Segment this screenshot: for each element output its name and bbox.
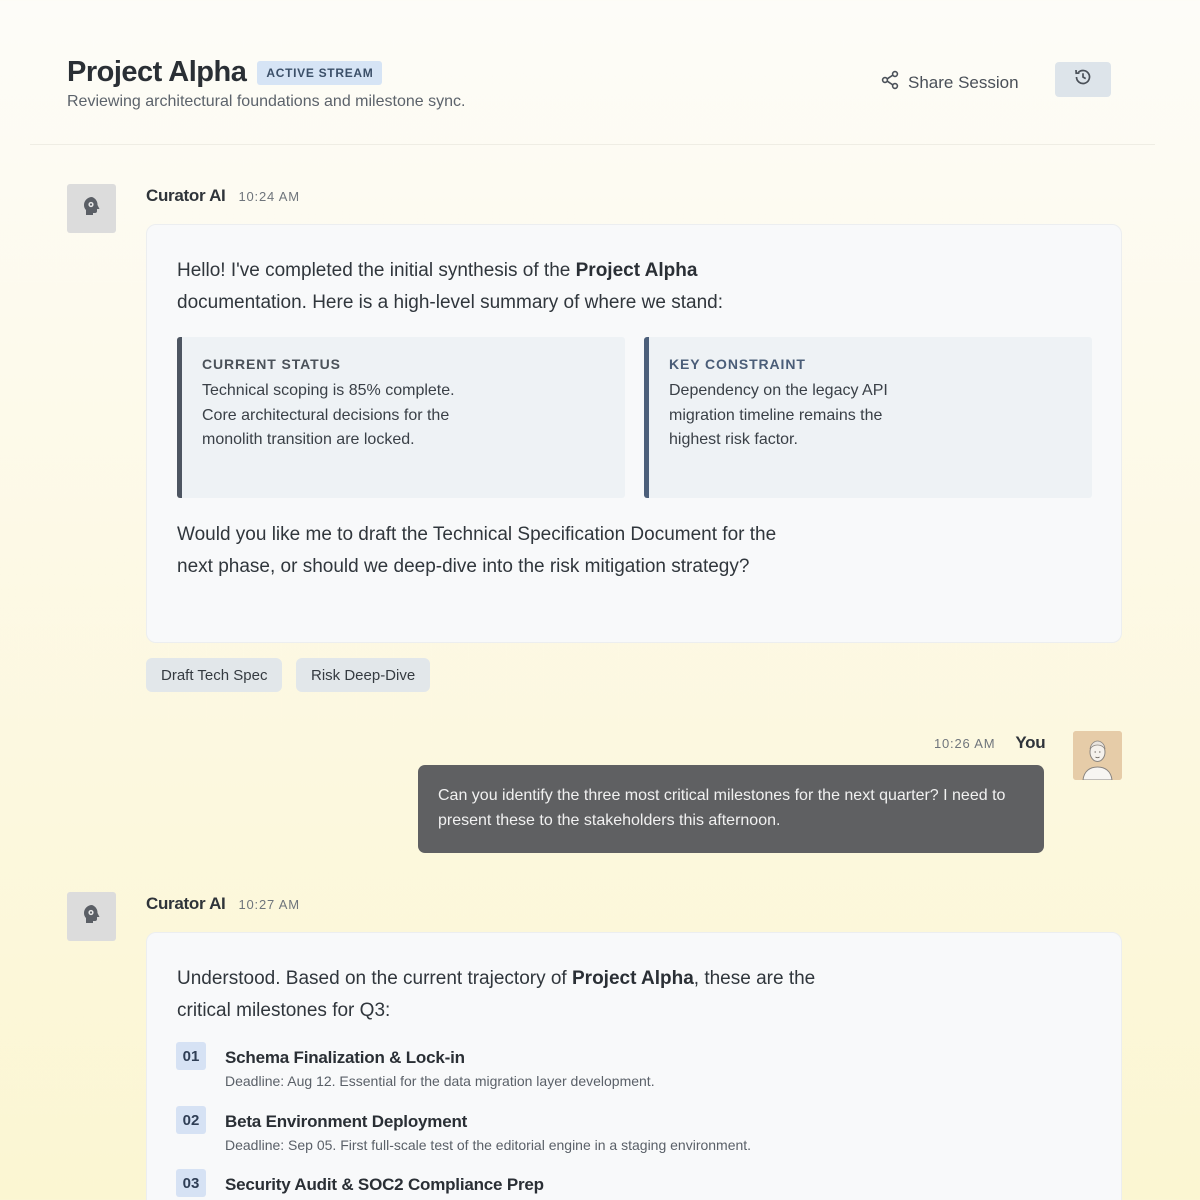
- message-meta: Curator AI 10:27 AM: [146, 894, 300, 914]
- risk-deep-dive-chip[interactable]: Risk Deep-Dive: [296, 658, 431, 692]
- milestone-title: Beta Environment Deployment: [225, 1112, 468, 1131]
- share-icon: [880, 70, 908, 95]
- message-meta: Curator AI 10:24 AM: [146, 186, 300, 206]
- message-time: 10:26 AM: [934, 736, 996, 751]
- intro-text: Understood. Based on the current traject…: [177, 968, 572, 989]
- milestone-description: Deadline: Aug 12. Essential for the data…: [225, 1073, 655, 1089]
- project-name-bold: Project Alpha: [575, 260, 698, 281]
- milestone-item: 03 Security Audit & SOC2 Compliance Prep: [176, 1169, 544, 1197]
- bot-avatar: [67, 184, 116, 233]
- share-session-button[interactable]: Share Session: [880, 70, 1019, 95]
- header-divider: [30, 144, 1155, 145]
- ai-head-icon: [80, 902, 104, 931]
- history-button[interactable]: [1055, 62, 1111, 97]
- key-constraint-text: Dependency on the legacy API migration t…: [669, 382, 888, 448]
- intro-text: Hello! I've completed the initial synthe…: [177, 260, 576, 281]
- message-intro: Understood. Based on the current traject…: [177, 963, 817, 1027]
- user-message-meta: 10:26 AM You: [934, 733, 1046, 753]
- message-time: 10:27 AM: [238, 897, 300, 912]
- milestone-title: Schema Finalization & Lock-in: [225, 1048, 465, 1067]
- message-intro: Hello! I've completed the initial synthe…: [177, 255, 817, 319]
- message-outro: Would you like me to draft the Technical…: [177, 524, 777, 577]
- title-row: Project Alpha ACTIVE STREAM: [67, 56, 383, 89]
- bot-avatar: [67, 892, 116, 941]
- ai-message-card: Hello! I've completed the initial synthe…: [146, 224, 1122, 643]
- sender-name: Curator AI: [146, 894, 226, 913]
- history-icon: [1073, 67, 1093, 92]
- milestone-item: 02 Beta Environment Deployment Deadline:…: [176, 1106, 752, 1153]
- milestone-item: 01 Schema Finalization & Lock-in Deadlin…: [176, 1042, 655, 1089]
- milestone-number: 03: [176, 1169, 206, 1197]
- share-session-label: Share Session: [908, 72, 1019, 92]
- milestone-number: 02: [176, 1106, 206, 1134]
- sender-name: You: [1015, 733, 1046, 752]
- project-name-bold: Project Alpha: [572, 968, 694, 989]
- current-status-label: CURRENT STATUS: [202, 356, 341, 372]
- user-avatar: [1073, 731, 1122, 780]
- current-status-text: Technical scoping is 85% complete. Core …: [202, 382, 455, 448]
- current-status-box: CURRENT STATUS Technical scoping is 85% …: [177, 337, 625, 498]
- intro-text-continued: documentation. Here is a high-level summ…: [177, 292, 723, 313]
- message-time: 10:24 AM: [238, 189, 300, 204]
- page-header: Project Alpha ACTIVE STREAM Reviewing ar…: [0, 0, 1200, 145]
- page-title: Project Alpha: [67, 56, 247, 88]
- user-message-bubble: Can you identify the three most critical…: [418, 765, 1044, 853]
- ai-head-icon: [80, 194, 104, 223]
- draft-tech-spec-chip[interactable]: Draft Tech Spec: [146, 658, 283, 692]
- sender-name: Curator AI: [146, 186, 226, 205]
- status-badge: ACTIVE STREAM: [257, 60, 383, 85]
- milestone-title: Security Audit & SOC2 Compliance Prep: [225, 1175, 544, 1194]
- milestone-description: Deadline: Sep 05. First full-scale test …: [225, 1137, 752, 1153]
- key-constraint-box: KEY CONSTRAINT Dependency on the legacy …: [644, 337, 1092, 498]
- key-constraint-label: KEY CONSTRAINT: [669, 356, 806, 372]
- milestone-number: 01: [176, 1042, 206, 1070]
- page-subtitle: Reviewing architectural foundations and …: [67, 93, 466, 110]
